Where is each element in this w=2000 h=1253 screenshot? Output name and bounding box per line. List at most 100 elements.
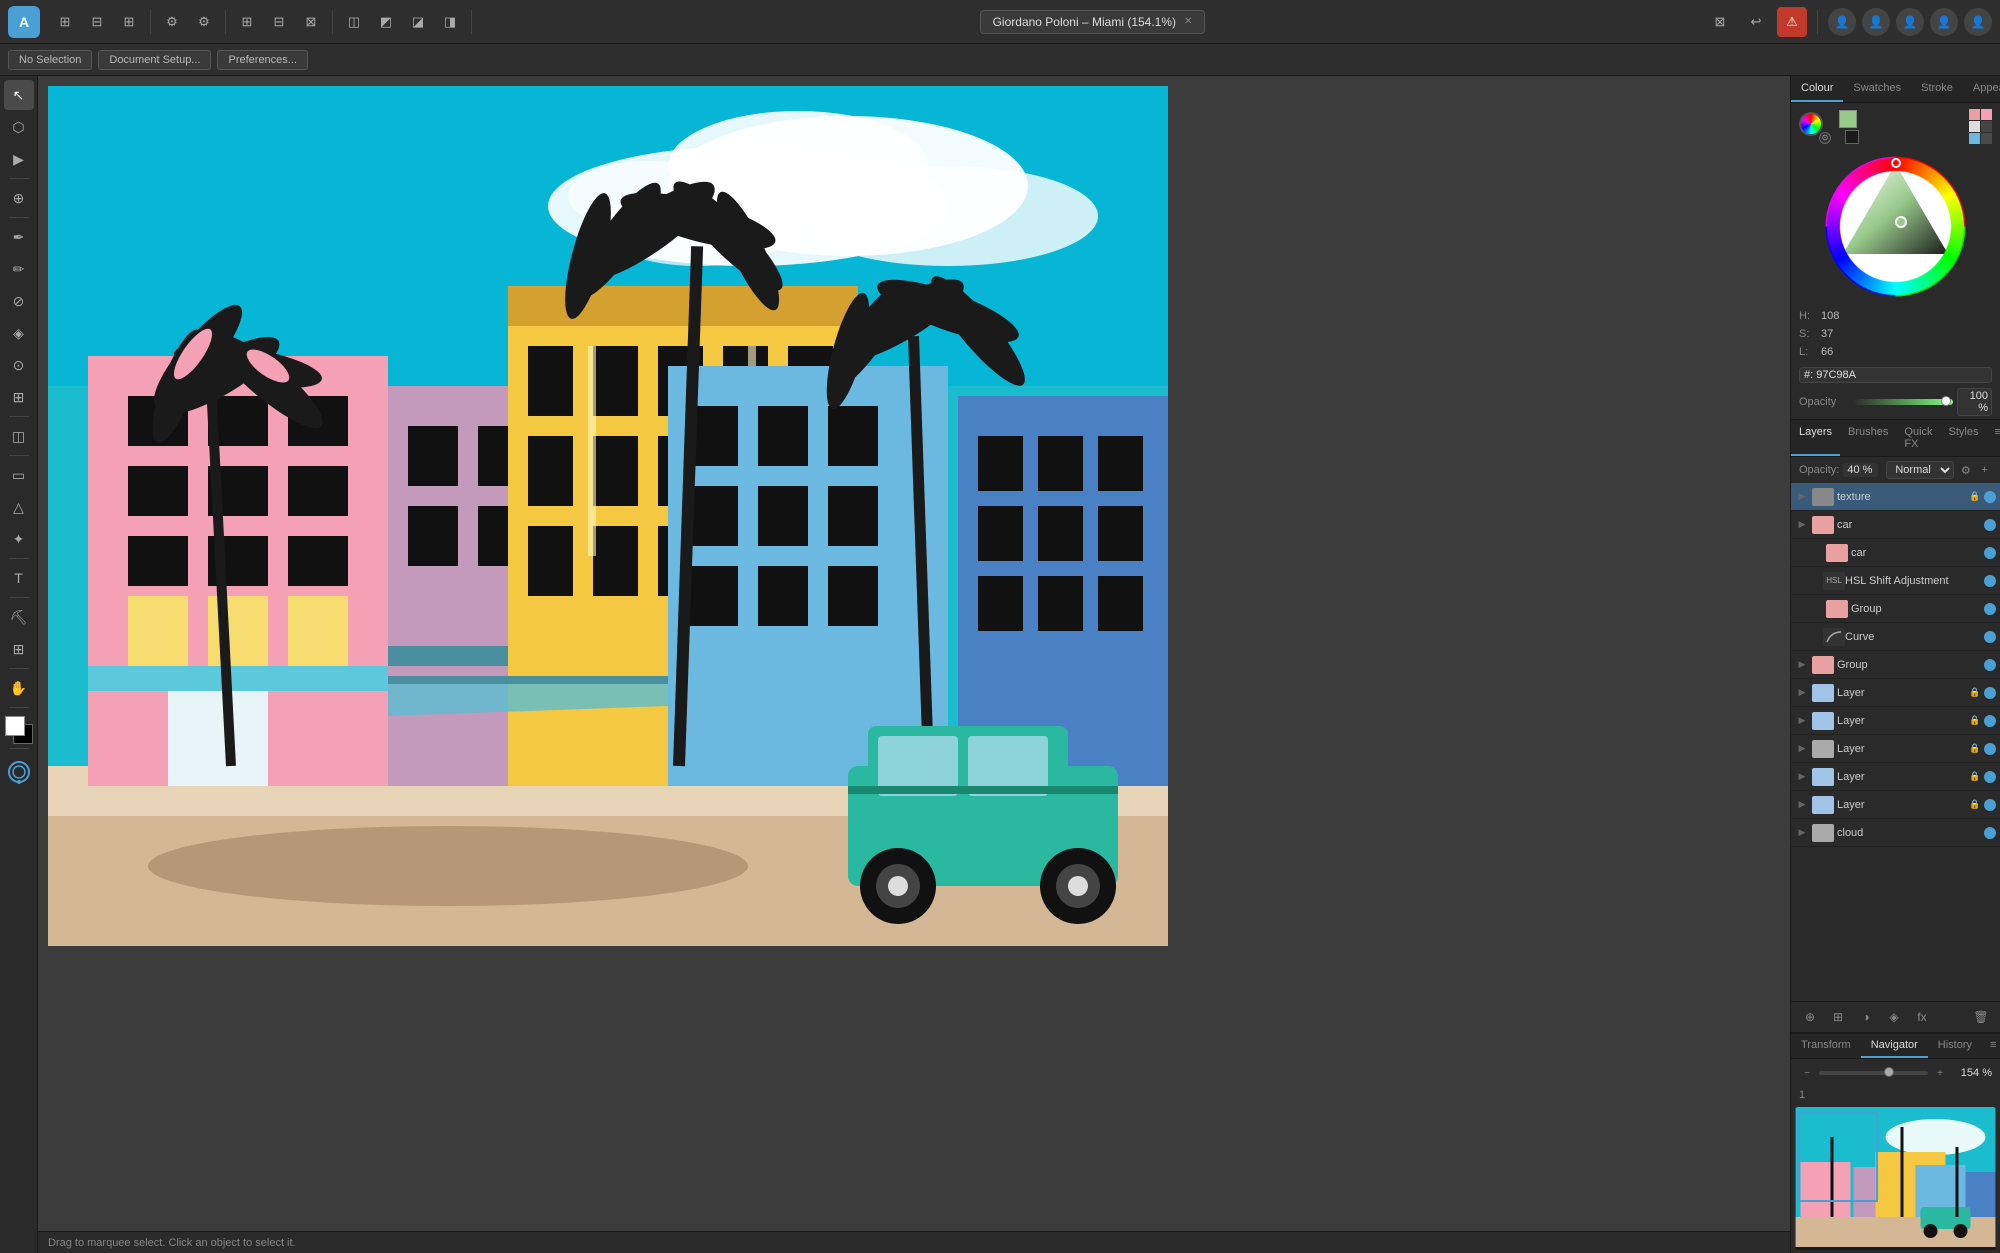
hand-tool[interactable]: ✋ xyxy=(4,673,34,703)
bottom-panel-menu[interactable]: ≡ xyxy=(1982,1034,2000,1058)
hex-value[interactable]: #: 97C98A xyxy=(1799,367,1992,383)
lock-icon[interactable]: 🔒 xyxy=(1968,714,1982,728)
layer-expand-btn[interactable] xyxy=(1809,546,1823,560)
layer-adj-icon[interactable]: ◈ xyxy=(1883,1006,1905,1028)
eyedropper-tool[interactable]: ⊙ xyxy=(4,350,34,380)
layer-expand-btn[interactable] xyxy=(1809,574,1823,588)
blend-mode-select[interactable]: Normal Multiply Screen Overlay xyxy=(1886,461,1954,479)
swatch-blue[interactable] xyxy=(1969,133,1980,144)
doc-close-icon[interactable]: ✕ xyxy=(1184,16,1192,27)
layer-item[interactable]: HSLHSL Shift Adjustment xyxy=(1791,567,2000,595)
visibility-dot[interactable] xyxy=(1984,631,1996,643)
canvas-area[interactable]: Drag to marquee select. Click an object … xyxy=(38,76,1790,1253)
user-icon3[interactable]: 👤 xyxy=(1896,8,1924,36)
tab-colour[interactable]: Colour xyxy=(1791,76,1843,102)
prefs-icon[interactable]: ⚙ xyxy=(189,7,219,37)
swatch-pink[interactable] xyxy=(1969,109,1980,120)
layer-item[interactable]: ▶Layer🔒 xyxy=(1791,735,2000,763)
layer-expand-btn[interactable]: ▶ xyxy=(1795,770,1809,784)
color-circle[interactable] xyxy=(1799,112,1823,136)
grid2-icon[interactable]: ⊞ xyxy=(232,7,262,37)
layer-expand-btn[interactable]: ▶ xyxy=(1795,658,1809,672)
tab-history[interactable]: History xyxy=(1928,1034,1982,1058)
color-wheel-area[interactable] xyxy=(1791,150,2000,303)
opacity-slider[interactable] xyxy=(1853,399,1953,405)
measure-tool[interactable]: ⊞ xyxy=(4,382,34,412)
layer-item[interactable]: ▶Layer🔒 xyxy=(1791,763,2000,791)
user-profile-icon[interactable]: 👤 xyxy=(1964,8,1992,36)
snap-icon[interactable]: ⊟ xyxy=(264,7,294,37)
visibility-dot[interactable] xyxy=(1984,519,1996,531)
tab-quickfx[interactable]: Quick FX xyxy=(1896,420,1940,456)
layer-fx-icon[interactable]: fx xyxy=(1911,1006,1933,1028)
swatch-grey[interactable] xyxy=(1981,133,1992,144)
color-wheel-container[interactable] xyxy=(1823,154,1968,299)
nav-thumbnail[interactable] xyxy=(1795,1107,1996,1250)
visibility-dot[interactable] xyxy=(1984,491,1996,503)
layers-opacity-input[interactable]: 40 % xyxy=(1843,463,1878,477)
opacity-value[interactable]: 100 % xyxy=(1957,388,1992,416)
mesh-tool[interactable]: ⊞ xyxy=(4,634,34,664)
swatch-lightpink[interactable] xyxy=(1981,109,1992,120)
lock-icon[interactable]: 🔒 xyxy=(1968,742,1982,756)
tab-layers[interactable]: Layers xyxy=(1791,420,1840,456)
grid-icon[interactable]: ⊞ xyxy=(50,7,80,37)
tab-brushes[interactable]: Brushes xyxy=(1840,420,1896,456)
tab-swatches[interactable]: Swatches xyxy=(1843,76,1911,102)
visibility-dot[interactable] xyxy=(1984,771,1996,783)
layer-group-icon[interactable]: ⊞ xyxy=(1827,1006,1849,1028)
settings-icon[interactable]: ⚙ xyxy=(157,7,187,37)
crop-tool[interactable]: ⊕ xyxy=(4,183,34,213)
tab-stroke[interactable]: Stroke xyxy=(1911,76,1963,102)
visibility-dot[interactable] xyxy=(1984,743,1996,755)
lock-icon[interactable]: 🔒 xyxy=(1968,770,1982,784)
layer-expand-btn[interactable] xyxy=(1809,630,1823,644)
lock-icon[interactable]: 🔒 xyxy=(1968,490,1982,504)
lock-icon[interactable]: 🔒 xyxy=(1968,798,1982,812)
user-icon4[interactable]: 👤 xyxy=(1930,8,1958,36)
layer-item[interactable]: ▶texture🔒 xyxy=(1791,483,2000,511)
rect-tool[interactable]: ▭ xyxy=(4,460,34,490)
transform-tool[interactable]: ▶ xyxy=(4,144,34,174)
fill-tool[interactable]: ◈ xyxy=(4,318,34,348)
zoom-slider[interactable] xyxy=(1819,1071,1928,1075)
bool2-icon[interactable]: ◪ xyxy=(403,7,433,37)
layer-expand-btn[interactable]: ▶ xyxy=(1795,686,1809,700)
shape-tool[interactable]: ✦ xyxy=(4,524,34,554)
layer-expand-btn[interactable]: ▶ xyxy=(1795,490,1809,504)
preferences-btn[interactable]: Preferences... xyxy=(217,50,307,70)
visibility-dot[interactable] xyxy=(1984,799,1996,811)
bool-icon[interactable]: ◩ xyxy=(371,7,401,37)
user-icon1[interactable]: 👤 xyxy=(1828,8,1856,36)
visibility-dot[interactable] xyxy=(1984,715,1996,727)
layers-panel-menu[interactable]: ≡ xyxy=(1986,420,2000,456)
layer-item[interactable]: Curve xyxy=(1791,623,2000,651)
undo-icon[interactable]: ↩ xyxy=(1741,7,1771,37)
layer-item[interactable]: car xyxy=(1791,539,2000,567)
layer-expand-btn[interactable]: ▶ xyxy=(1795,798,1809,812)
tab-navigator[interactable]: Navigator xyxy=(1861,1034,1928,1058)
visibility-dot[interactable] xyxy=(1984,575,1996,587)
layer-item[interactable]: Group xyxy=(1791,595,2000,623)
visibility-dot[interactable] xyxy=(1984,547,1996,559)
node-tool[interactable]: ⬡ xyxy=(4,112,34,142)
visibility-dot[interactable] xyxy=(1984,659,1996,671)
layer-item[interactable]: ▶Layer🔒 xyxy=(1791,707,2000,735)
nav-icon[interactable]: ⊠ xyxy=(1705,7,1735,37)
layer-expand-btn[interactable]: ▶ xyxy=(1795,518,1809,532)
tab-styles[interactable]: Styles xyxy=(1941,420,1987,456)
redo-icon[interactable]: ⚠ xyxy=(1777,7,1807,37)
doc-title-box[interactable]: Giordano Poloni – Miami (154.1%) ✕ xyxy=(980,10,1206,34)
align-icon[interactable]: ⊠ xyxy=(296,7,326,37)
visibility-dot[interactable] xyxy=(1984,687,1996,699)
visibility-dot[interactable] xyxy=(1984,603,1996,615)
foreground-color[interactable] xyxy=(5,716,25,736)
fg-color-box[interactable] xyxy=(1839,110,1857,128)
layer-expand-btn[interactable] xyxy=(1809,602,1823,616)
layer-expand-btn[interactable]: ▶ xyxy=(1795,714,1809,728)
doc-icon[interactable]: ⊞ xyxy=(114,7,144,37)
layer-item[interactable]: ▶Layer🔒 xyxy=(1791,679,2000,707)
gradient-tool[interactable]: ◫ xyxy=(4,421,34,451)
group-icon[interactable]: ◫ xyxy=(339,7,369,37)
no-selection-btn[interactable]: No Selection xyxy=(8,50,92,70)
